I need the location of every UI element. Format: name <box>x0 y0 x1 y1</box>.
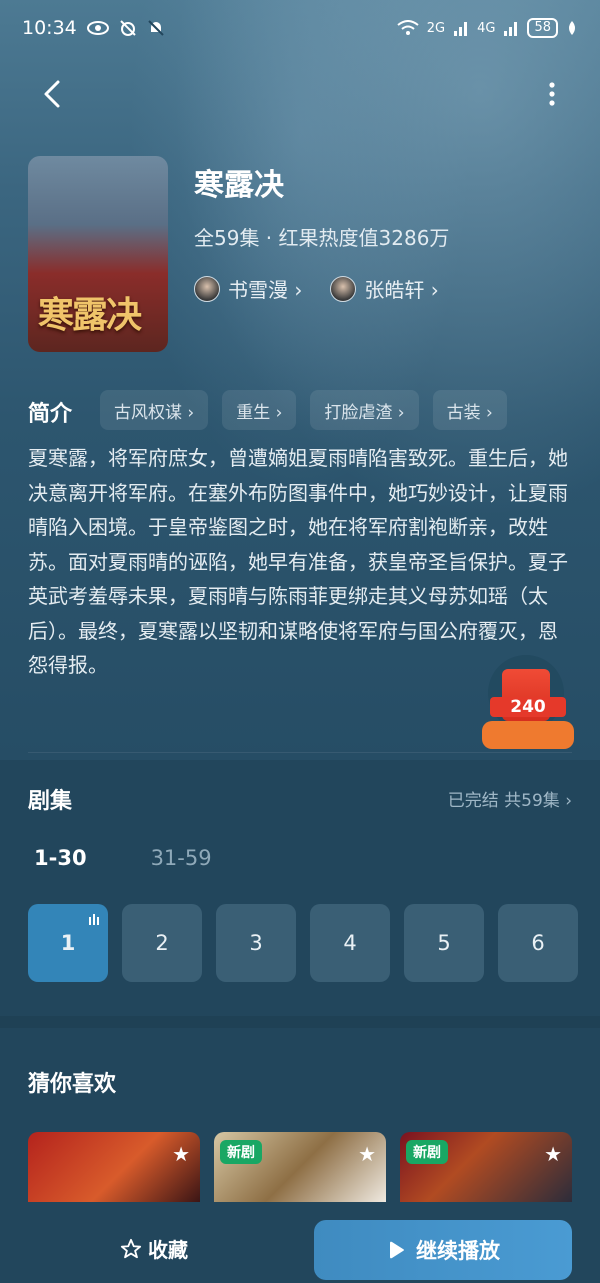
cast-list: 书雪漫 › 张皓轩 › <box>194 274 439 303</box>
more-icon[interactable] <box>544 76 560 112</box>
show-title: 寒露决 <box>194 168 284 203</box>
signal-icon <box>454 22 468 36</box>
leaf-icon <box>569 21 575 35</box>
episode-number: 2 <box>155 931 169 955</box>
signal-4g-label: 4G <box>477 20 496 36</box>
episode-number: 3 <box>249 931 263 955</box>
episode-number: 6 <box>531 931 545 955</box>
show-poster: 寒露决 <box>28 156 168 352</box>
recommend-card[interactable]: ★ <box>28 1132 200 1202</box>
battery-indicator: 58 <box>527 18 558 38</box>
genre-tag[interactable]: 古装 › <box>432 390 507 430</box>
episode-button[interactable]: 4 <box>310 904 390 982</box>
tab-range-31-59[interactable]: 31-59 <box>151 846 212 870</box>
recommend-list: ★ 新剧 ★ 新剧 ★ <box>28 1132 572 1202</box>
cast-item[interactable]: 张皓轩 › <box>330 274 439 303</box>
new-badge: 新剧 <box>406 1140 448 1164</box>
bottom-action-bar: 收藏 继续播放 <box>0 1202 600 1283</box>
episodes-title: 剧集 <box>28 789 73 814</box>
recommend-title: 猜你喜欢 <box>28 1072 117 1097</box>
show-summary: 夏寒露，将军府庶女，曾遭嫡姐夏雨晴陷害致死。重生后，她决意离开将军府。在塞外布防… <box>28 446 568 677</box>
signal-icon <box>504 22 518 36</box>
section-separator <box>0 1016 600 1028</box>
status-bar: 10:34 2G 4G 58 <box>0 0 600 56</box>
star-icon[interactable]: ★ <box>544 1142 562 1166</box>
recommend-card[interactable]: 新剧 ★ <box>214 1132 386 1202</box>
favorite-label: 收藏 <box>148 1238 188 1262</box>
genre-tag[interactable]: 重生 › <box>222 390 297 430</box>
poster-title: 寒露决 <box>38 294 142 336</box>
cast-item[interactable]: 书雪漫 › <box>194 274 302 303</box>
red-packet-widget[interactable]: 240 <box>482 655 576 751</box>
avatar <box>194 275 220 302</box>
eye-icon <box>86 21 109 35</box>
new-badge: 新剧 <box>220 1140 262 1164</box>
playing-indicator-icon <box>89 914 99 925</box>
star-icon[interactable]: ★ <box>358 1142 376 1166</box>
episode-button[interactable]: 1 <box>28 904 108 982</box>
cast-name: 书雪漫 › <box>228 278 303 302</box>
intro-label: 简介 <box>28 402 73 427</box>
tag-list: 古风权谋 › 重生 › 打脸虐渣 › 古装 › <box>100 390 507 430</box>
play-icon <box>390 1241 404 1259</box>
episode-number: 4 <box>343 931 357 955</box>
episode-button[interactable]: 6 <box>498 904 578 982</box>
show-meta: 全59集 · 红果热度值3286万 <box>194 226 450 250</box>
tab-range-1-30[interactable]: 1-30 <box>34 846 87 870</box>
episodes-status-link[interactable]: 已完结 共59集 › <box>448 786 572 811</box>
episode-button[interactable]: 5 <box>404 904 484 982</box>
star-icon[interactable]: ★ <box>172 1142 190 1166</box>
episode-button[interactable]: 3 <box>216 904 296 982</box>
recommend-card[interactable]: 新剧 ★ <box>400 1132 572 1202</box>
bell-off-icon <box>148 20 164 36</box>
status-time: 10:34 <box>22 17 77 39</box>
genre-tag[interactable]: 古风权谋 › <box>100 390 209 430</box>
continue-play-label: 继续播放 <box>416 1239 500 1263</box>
wifi-icon <box>397 20 419 35</box>
favorite-button[interactable]: 收藏 <box>120 1234 188 1263</box>
red-packet-bar <box>482 721 574 749</box>
episode-list: 1 2 3 4 5 6 <box>28 904 578 982</box>
cast-name: 张皓轩 › <box>364 278 439 302</box>
signal-2g-label: 2G <box>426 20 446 36</box>
continue-play-button[interactable]: 继续播放 <box>314 1220 572 1280</box>
avatar <box>330 275 357 302</box>
top-nav <box>0 70 600 120</box>
alarm-off-icon <box>120 20 136 36</box>
episode-number: 1 <box>60 931 76 955</box>
episode-number: 5 <box>437 931 451 955</box>
episode-range-tabs: 1-30 31-59 <box>34 846 212 870</box>
star-outline-icon <box>120 1238 142 1258</box>
genre-tag[interactable]: 打脸虐渣 › <box>310 390 419 430</box>
red-packet-value: 240 <box>490 697 566 717</box>
back-icon[interactable] <box>36 76 72 112</box>
divider <box>28 752 572 753</box>
episode-button[interactable]: 2 <box>122 904 202 982</box>
